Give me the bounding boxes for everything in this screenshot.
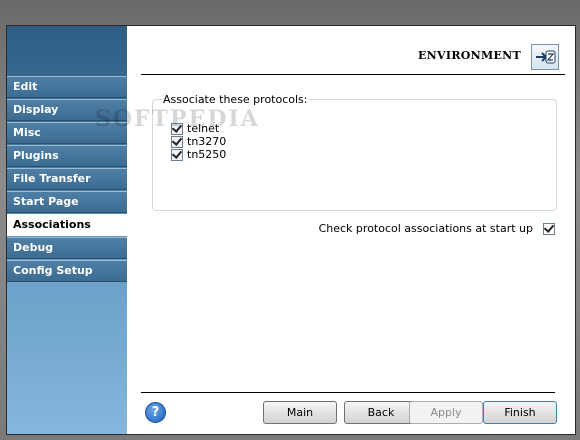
protocols-group-legend: Associate these protocols: — [162, 93, 309, 106]
help-icon[interactable]: ? — [145, 402, 166, 423]
apply-button[interactable]: Apply — [409, 401, 483, 424]
finish-button[interactable]: Finish — [483, 401, 557, 424]
main-button[interactable]: Main — [263, 401, 337, 424]
startup-check-label: Check protocol associations at start up — [318, 222, 533, 235]
sidebar-item-file-transfer[interactable]: File Transfer — [7, 168, 127, 190]
tn5250-checkbox[interactable] — [171, 148, 183, 161]
sidebar-item-plugins[interactable]: Plugins — [7, 145, 127, 167]
protocol-item-tn5250[interactable]: tn5250 — [171, 148, 226, 161]
tn3270-checkbox[interactable] — [171, 135, 183, 148]
sidebar-item-start-page[interactable]: Start Page — [7, 191, 127, 213]
page-title: ENVIRONMENT — [418, 49, 521, 62]
sidebar-item-associations[interactable]: Associations — [7, 214, 127, 236]
footer-divider — [141, 392, 555, 393]
watermark: SOFTPEDIA — [95, 106, 260, 132]
tn5250-label: tn5250 — [187, 148, 227, 161]
startup-check-row[interactable]: Check protocol associations at start up — [319, 222, 555, 235]
environment-settings-icon — [531, 44, 559, 70]
sidebar-item-debug[interactable]: Debug — [7, 237, 127, 259]
sidebar-item-edit[interactable]: Edit — [7, 76, 127, 98]
sidebar: Edit Display Misc Plugins File Transfer … — [7, 26, 127, 434]
startup-check-checkbox[interactable] — [543, 222, 555, 235]
settings-window: Edit Display Misc Plugins File Transfer … — [6, 25, 576, 435]
page-header: ENVIRONMENT — [141, 26, 565, 75]
tn3270-label: tn3270 — [187, 135, 227, 148]
back-button[interactable]: Back — [344, 401, 418, 424]
sidebar-item-config-setup[interactable]: Config Setup — [7, 260, 127, 282]
protocol-item-tn3270[interactable]: tn3270 — [171, 135, 226, 148]
